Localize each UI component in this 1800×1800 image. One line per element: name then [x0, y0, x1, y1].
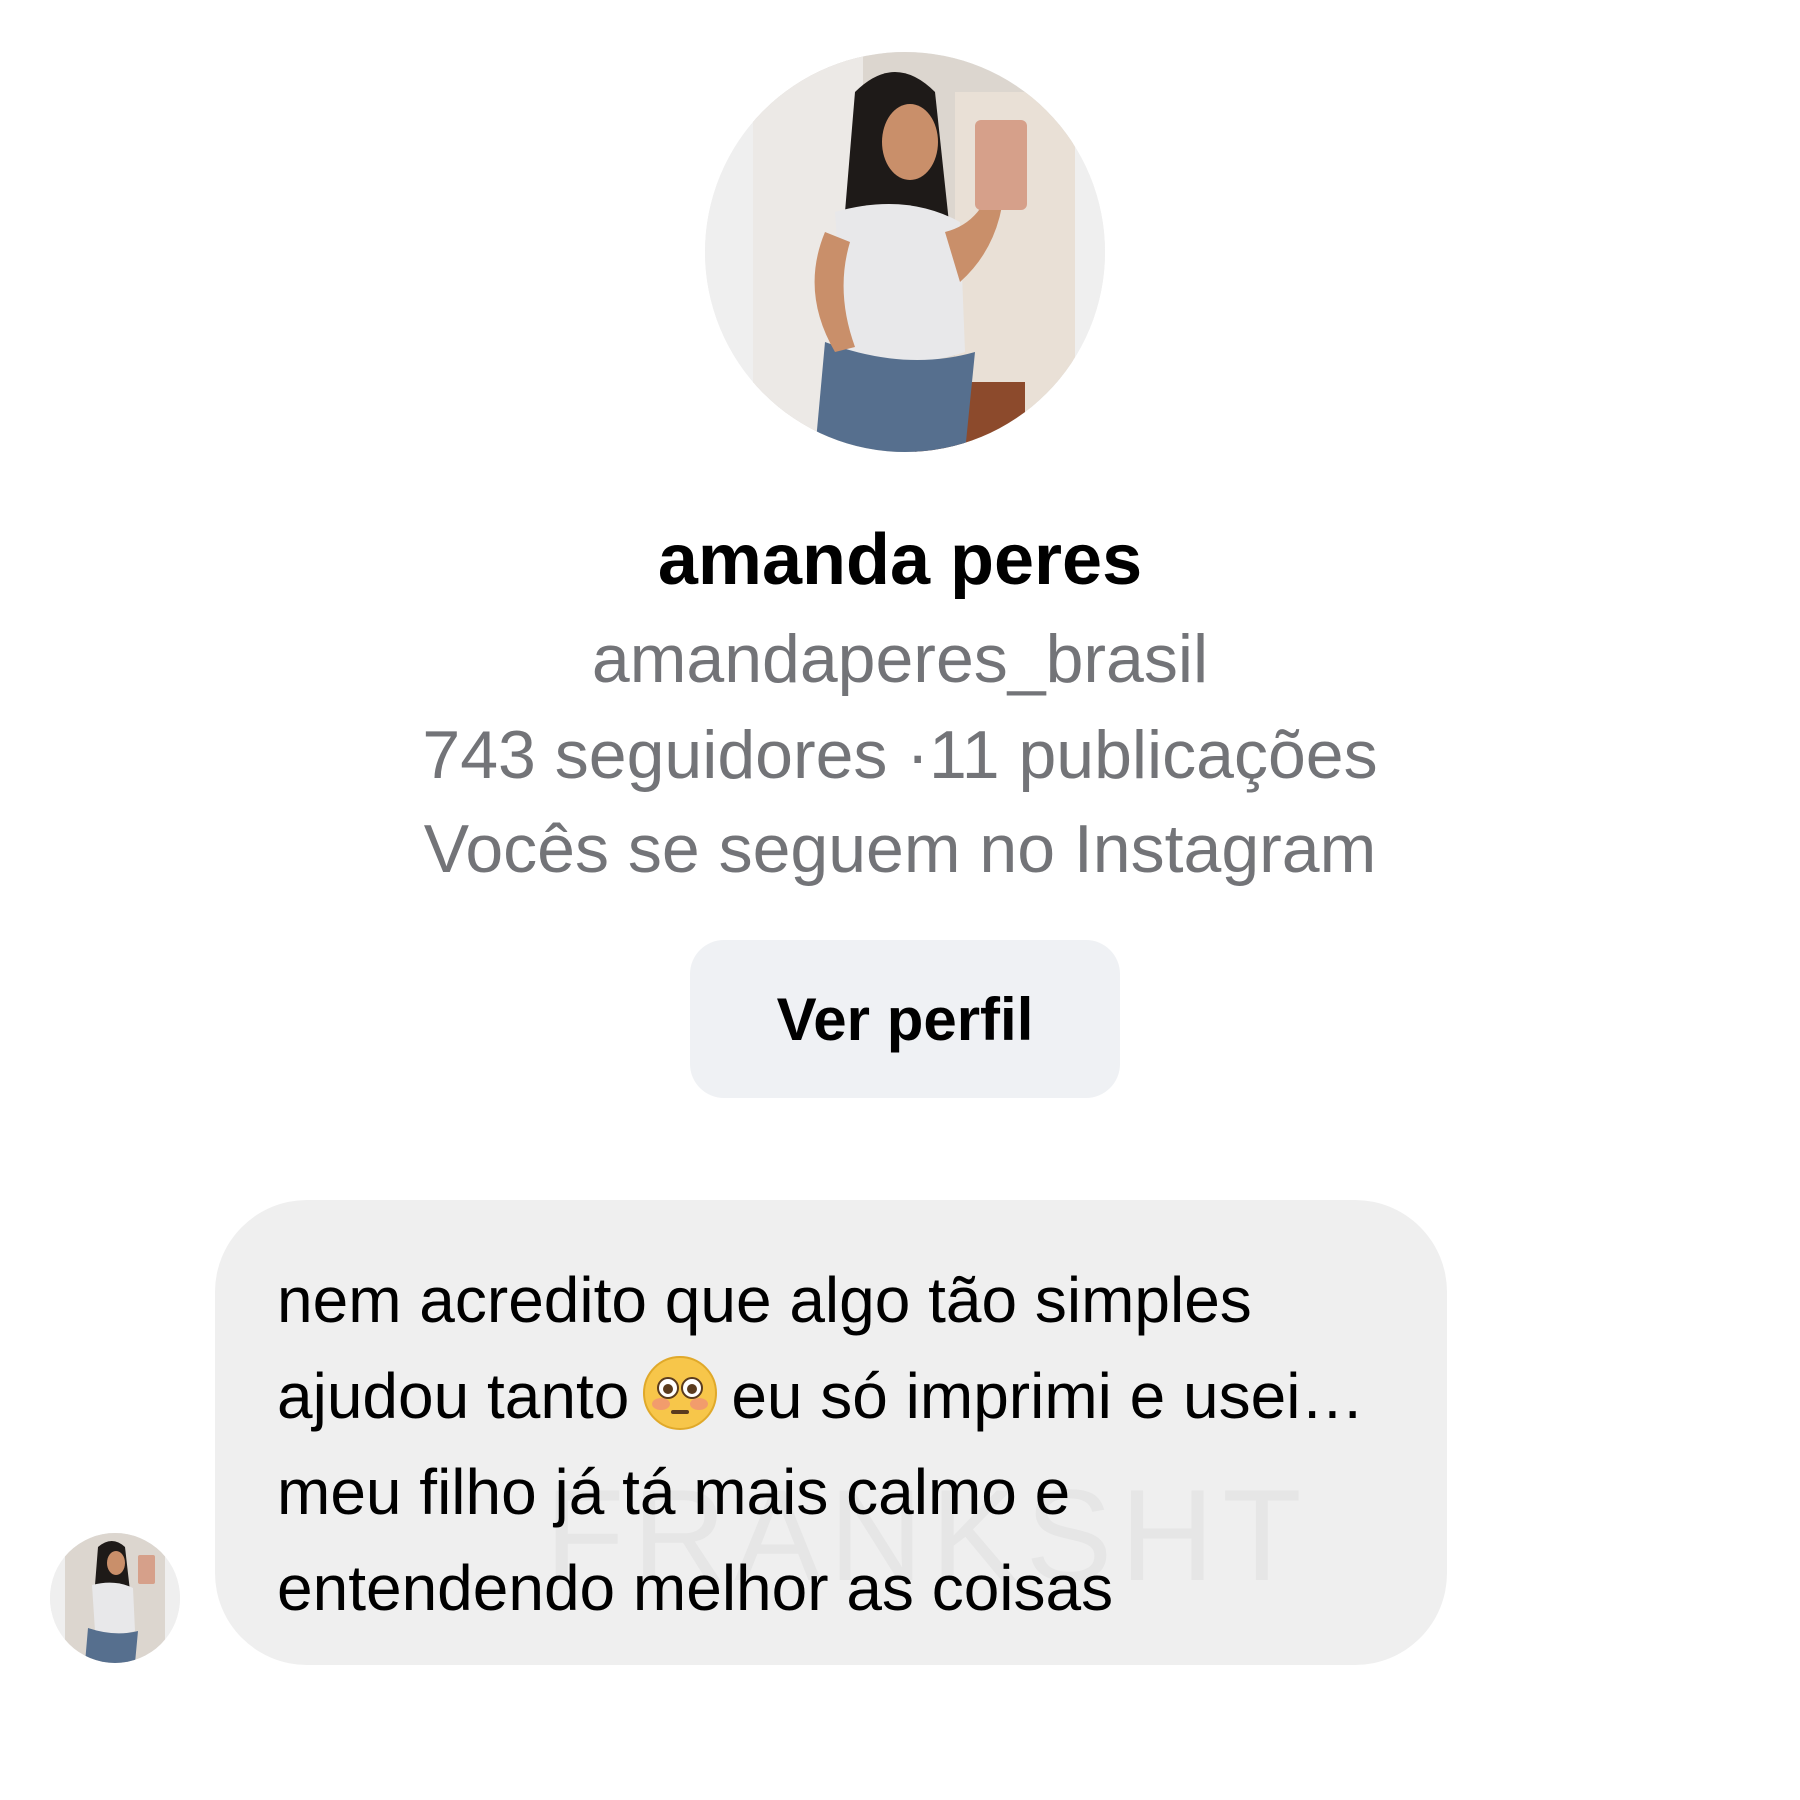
sender-photo-icon — [50, 1533, 180, 1663]
sender-avatar[interactable] — [50, 1533, 180, 1663]
view-profile-button[interactable]: Ver perfil — [690, 940, 1120, 1098]
profile-username: amandaperes_brasil — [591, 621, 1209, 697]
profile-stats: 743 seguidores ·11 publicações — [422, 717, 1378, 793]
message-bubble: FRANKSHT nem acredito que algo tão simpl… — [215, 1200, 1447, 1665]
profile-photo-icon — [705, 52, 1105, 452]
mutual-follow-status: Vocês se seguem no Instagram — [423, 811, 1377, 887]
profile-avatar[interactable] — [705, 52, 1105, 452]
profile-name: amanda peres — [657, 520, 1143, 600]
message-text: nem acredito que algo tão simples ajudou… — [277, 1252, 1397, 1636]
flushed-face-emoji-icon — [643, 1356, 718, 1430]
